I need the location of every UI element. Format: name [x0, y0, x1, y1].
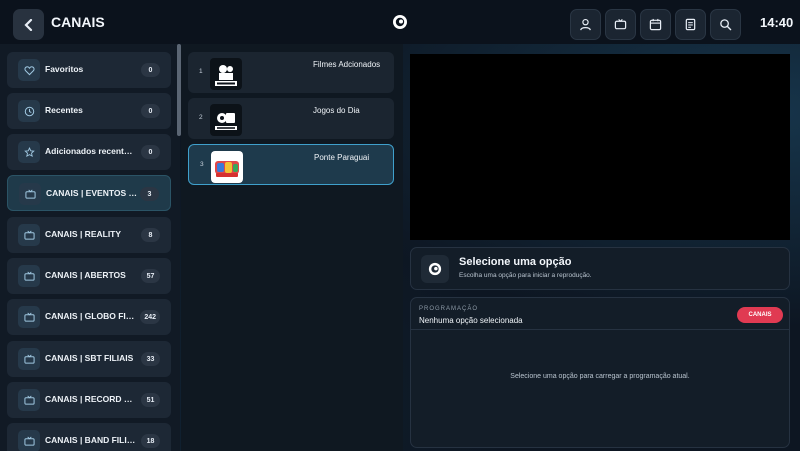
channel-number: 1 [199, 68, 203, 75]
sidebar-item-canais-eventos[interactable]: CANAIS | EVENTOS E … 3 [7, 175, 171, 211]
select-option-title: Selecione uma opção [459, 256, 572, 268]
schedule-button[interactable] [640, 9, 671, 40]
sidebar-item-adicionados-recentemente[interactable]: Adicionados recentem… 0 [7, 134, 171, 170]
ponte-paraguai-logo-icon [211, 151, 243, 183]
sidebar-item-label: CANAIS | SBT FILIAIS [45, 353, 134, 363]
count-badge: 33 [141, 352, 160, 366]
category-sidebar[interactable]: Favoritos 0 Recentes 0 Adicionados recen… [0, 44, 180, 451]
sidebar-item-label: CANAIS | REALITY [45, 229, 122, 239]
count-badge: 0 [141, 63, 160, 77]
count-badge: 242 [140, 310, 160, 324]
star-icon [23, 146, 35, 157]
heart-icon [23, 65, 35, 75]
tv-icon [614, 18, 627, 30]
select-option-panel: Selecione uma opção Escolha uma opção pa… [410, 247, 790, 290]
live-tv-button[interactable] [605, 9, 636, 40]
tv-icon [23, 271, 35, 281]
programacao-label: PROGRAMAÇÃO [419, 306, 479, 312]
document-icon [685, 18, 696, 31]
sidebar-item-label: Favoritos [45, 64, 84, 74]
count-badge: 8 [141, 228, 160, 242]
tv-icon [23, 230, 35, 240]
clock-icon [24, 106, 34, 116]
sidebar-item-label: CANAIS | RECORD FILI… [45, 394, 137, 404]
channel-list[interactable]: 1 Filmes Adcionados 2 Jogos do Dia 3 Pon… [181, 44, 403, 451]
sidebar-item-label: CANAIS | GLOBO FILIAIS [45, 311, 137, 321]
profile-button[interactable] [570, 9, 601, 40]
channel-name: Filmes Adcionados [313, 60, 381, 69]
guide-button[interactable] [675, 9, 706, 40]
sidebar-item-canais-globo-filiais[interactable]: CANAIS | GLOBO FILIAIS 242 [7, 299, 171, 335]
programacao-panel: PROGRAMAÇÃO Nenhuma opção selecionada CA… [410, 297, 790, 448]
app-logo-icon [393, 15, 407, 29]
sidebar-item-canais-sbt-filiais[interactable]: CANAIS | SBT FILIAIS 33 [7, 341, 171, 377]
sidebar-item-label: Recentes [45, 105, 83, 115]
count-badge: 57 [141, 269, 160, 283]
sidebar-item-canais-abertos[interactable]: CANAIS | ABERTOS 57 [7, 258, 171, 294]
filmes-logo-icon [210, 58, 242, 90]
tv-icon [23, 395, 35, 405]
channel-name: Jogos do Dia [313, 106, 360, 115]
select-option-subtitle: Escolha uma opção para iniciar a reprodu… [459, 272, 592, 279]
programacao-status: Nenhuma opção selecionada [419, 316, 523, 325]
top-bar: CANAIS 14:40 [0, 0, 800, 44]
chevron-left-icon [23, 18, 32, 31]
sidebar-scrollbar[interactable] [177, 44, 181, 136]
tv-icon [23, 436, 35, 446]
sidebar-item-recentes[interactable]: Recentes 0 [7, 93, 171, 129]
channel-number: 3 [200, 161, 204, 168]
count-badge: 3 [140, 187, 159, 201]
sidebar-item-label: CANAIS | EVENTOS E … [46, 188, 138, 198]
sidebar-item-label: CANAIS | BAND FILIAIS [45, 435, 137, 445]
sidebar-item-label: CANAIS | ABERTOS [45, 270, 126, 280]
sidebar-item-canais-band-filiais[interactable]: CANAIS | BAND FILIAIS 18 [7, 423, 171, 451]
sidebar-item-canais-record-filiais[interactable]: CANAIS | RECORD FILI… 51 [7, 382, 171, 418]
search-icon [720, 19, 732, 31]
channel-item-ponte-paraguai[interactable]: 3 Ponte Paraguai [188, 144, 394, 185]
sidebar-item-favoritos[interactable]: Favoritos 0 [7, 52, 171, 88]
programacao-empty-message: Selecione uma opção para carregar a prog… [510, 373, 690, 380]
divider [411, 329, 789, 330]
channel-item-jogos-do-dia[interactable]: 2 Jogos do Dia [188, 98, 394, 139]
calendar-icon [649, 18, 662, 31]
tv-icon [24, 189, 36, 199]
count-badge: 18 [141, 434, 160, 448]
count-badge: 0 [141, 104, 160, 118]
sidebar-item-canais-reality[interactable]: CANAIS | REALITY 8 [7, 217, 171, 253]
tv-icon [23, 312, 35, 322]
app-logo-icon [428, 262, 442, 276]
channel-name: Ponte Paraguai [314, 153, 370, 162]
clock: 14:40 [760, 15, 794, 30]
canais-pill-button[interactable]: CANAIS [737, 307, 783, 323]
channel-number: 2 [199, 114, 203, 121]
user-icon [580, 18, 591, 31]
sidebar-item-label: Adicionados recentem… [45, 146, 137, 156]
channel-item-filmes-adcionados[interactable]: 1 Filmes Adcionados [188, 52, 394, 93]
count-badge: 0 [141, 145, 160, 159]
back-button[interactable] [13, 9, 44, 40]
jogos-do-dia-logo-icon [210, 104, 242, 136]
video-player[interactable] [410, 54, 790, 240]
page-title: CANAIS [51, 14, 105, 30]
search-button[interactable] [710, 9, 741, 40]
tv-icon [23, 354, 35, 364]
count-badge: 51 [141, 393, 160, 407]
